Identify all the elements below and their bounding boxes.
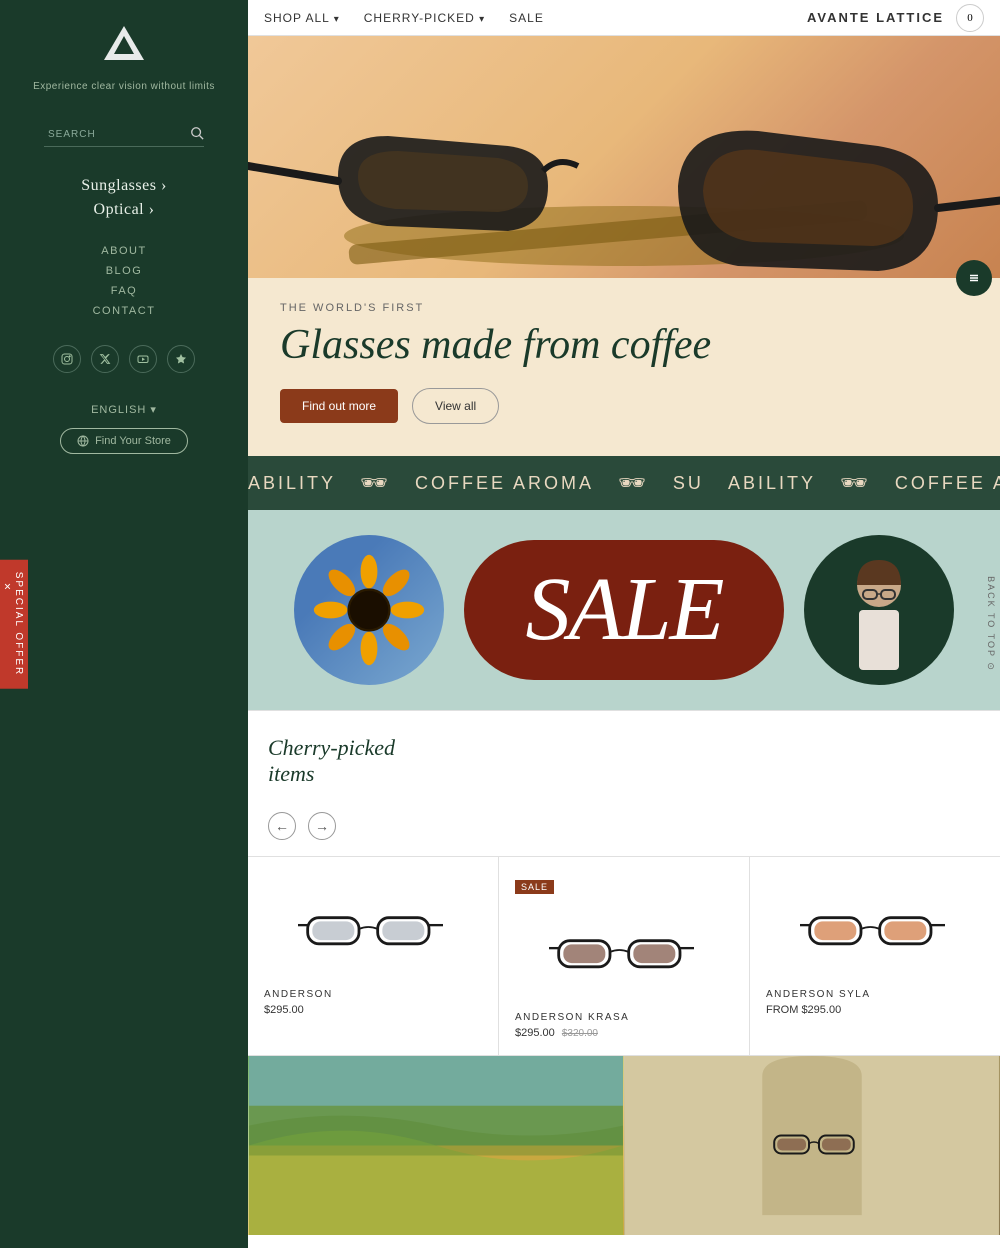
bottom-images xyxy=(248,1055,1000,1235)
main-content: SHOP ALL ▾ CHERRY-PICKED ▾ SALE AVANTE L… xyxy=(248,0,1000,1235)
back-to-top[interactable]: BACK TO TOP ⊙ xyxy=(982,568,1000,680)
special-offer-close[interactable]: × xyxy=(4,580,13,594)
brand-name: AVANTE LATTICE xyxy=(807,10,944,25)
twitter-icon[interactable] xyxy=(91,345,119,373)
nav-blog[interactable]: BLOG xyxy=(93,265,156,277)
product-anderson-syla[interactable]: ANDERSON SYLA FROM $295.00 xyxy=(750,857,1000,1055)
sidebar: Experience clear vision without limits S… xyxy=(0,0,248,1248)
tagline: Experience clear vision without limits xyxy=(33,81,215,92)
product-price-3: FROM $295.00 xyxy=(766,1004,984,1016)
cherry-section: Cherry-pickeditems ← → xyxy=(248,710,1000,1055)
view-all-button[interactable]: View all xyxy=(412,388,499,424)
find-store-button[interactable]: Find Your Store xyxy=(60,428,188,454)
logo[interactable] xyxy=(100,20,148,73)
cart-button[interactable]: 0 xyxy=(956,4,984,32)
next-button[interactable]: → xyxy=(308,812,336,840)
instagram-icon[interactable] xyxy=(53,345,81,373)
nav-shop-all[interactable]: SHOP ALL ▾ xyxy=(264,11,340,25)
product-image-2 xyxy=(515,900,733,1000)
menu-button[interactable] xyxy=(956,260,992,296)
search-row xyxy=(44,122,204,147)
youtube-icon[interactable] xyxy=(129,345,157,373)
nav-optical[interactable]: Optical xyxy=(81,201,167,219)
landscape-image xyxy=(248,1056,624,1235)
prev-button[interactable]: ← xyxy=(268,812,296,840)
sale-text: SALE xyxy=(525,565,722,655)
product-price-1: $295.00 xyxy=(264,1004,482,1016)
marquee-inner: ABILITY 🕶 COFFEE AROMA 🕶 SU ABILITY 🕶 CO… xyxy=(248,470,1000,496)
cherry-header: Cherry-pickeditems ← → xyxy=(248,735,1000,856)
special-offer-tab[interactable]: SPECIAL OFFER × xyxy=(0,560,28,689)
sale-pill[interactable]: SALE xyxy=(464,540,784,680)
product-name-3: ANDERSON SYLA xyxy=(766,989,984,1000)
hero-text: THE WORLD'S FIRST Glasses made from coff… xyxy=(248,278,1000,456)
social-icons xyxy=(53,345,195,373)
nav-sunglasses[interactable]: Sunglasses xyxy=(81,177,167,195)
nav-cherry-picked[interactable]: CHERRY-PICKED ▾ xyxy=(364,11,485,25)
nav-contact[interactable]: CONTACT xyxy=(93,305,156,317)
marquee-bar: ABILITY 🕶 COFFEE AROMA 🕶 SU ABILITY 🕶 CO… xyxy=(248,456,1000,510)
product-name-1: ANDERSON xyxy=(264,989,482,1000)
sale-banner: SALE xyxy=(248,510,1000,710)
sale-badge: SALE xyxy=(515,880,554,894)
hero-subtitle: THE WORLD'S FIRST xyxy=(280,302,968,314)
search-button[interactable] xyxy=(190,126,204,143)
find-store-label: Find Your Store xyxy=(95,435,171,447)
sunflower-circle xyxy=(294,535,444,685)
nav-sale[interactable]: SALE xyxy=(509,11,544,25)
top-nav: SHOP ALL ▾ CHERRY-PICKED ▾ SALE AVANTE L… xyxy=(248,0,1000,36)
hero-title: Glasses made from coffee xyxy=(280,322,968,368)
nav-secondary: ABOUT BLOG FAQ CONTACT xyxy=(93,245,156,325)
product-image-3 xyxy=(766,877,984,977)
product-image-1 xyxy=(264,877,482,977)
trustpilot-icon[interactable] xyxy=(167,345,195,373)
cherry-arrows: ← → xyxy=(268,788,980,840)
product-price-2: $295.00 $320.00 xyxy=(515,1027,733,1039)
hero-section: THE WORLD'S FIRST Glasses made from coff… xyxy=(248,36,1000,456)
top-nav-links: SHOP ALL ▾ CHERRY-PICKED ▾ SALE xyxy=(264,11,807,25)
nav-faq[interactable]: FAQ xyxy=(93,285,156,297)
model-circle xyxy=(804,535,954,685)
product-name-2: ANDERSON KRASA xyxy=(515,1012,733,1023)
find-out-more-button[interactable]: Find out more xyxy=(280,389,398,423)
cherry-products: ANDERSON $295.00 SALE xyxy=(248,856,1000,1055)
product-anderson-krasa[interactable]: SALE ANDERSON KRASA xyxy=(499,857,750,1055)
nav-main: Sunglasses Optical xyxy=(81,177,167,225)
search-input[interactable] xyxy=(44,122,204,147)
cherry-title: Cherry-pickeditems xyxy=(268,735,980,788)
nav-about[interactable]: ABOUT xyxy=(93,245,156,257)
product-detail-image xyxy=(624,1056,1000,1235)
language-selector[interactable]: ENGLISH ▾ xyxy=(91,403,157,416)
product-anderson[interactable]: ANDERSON $295.00 xyxy=(248,857,499,1055)
special-offer-label: SPECIAL OFFER xyxy=(13,572,24,677)
